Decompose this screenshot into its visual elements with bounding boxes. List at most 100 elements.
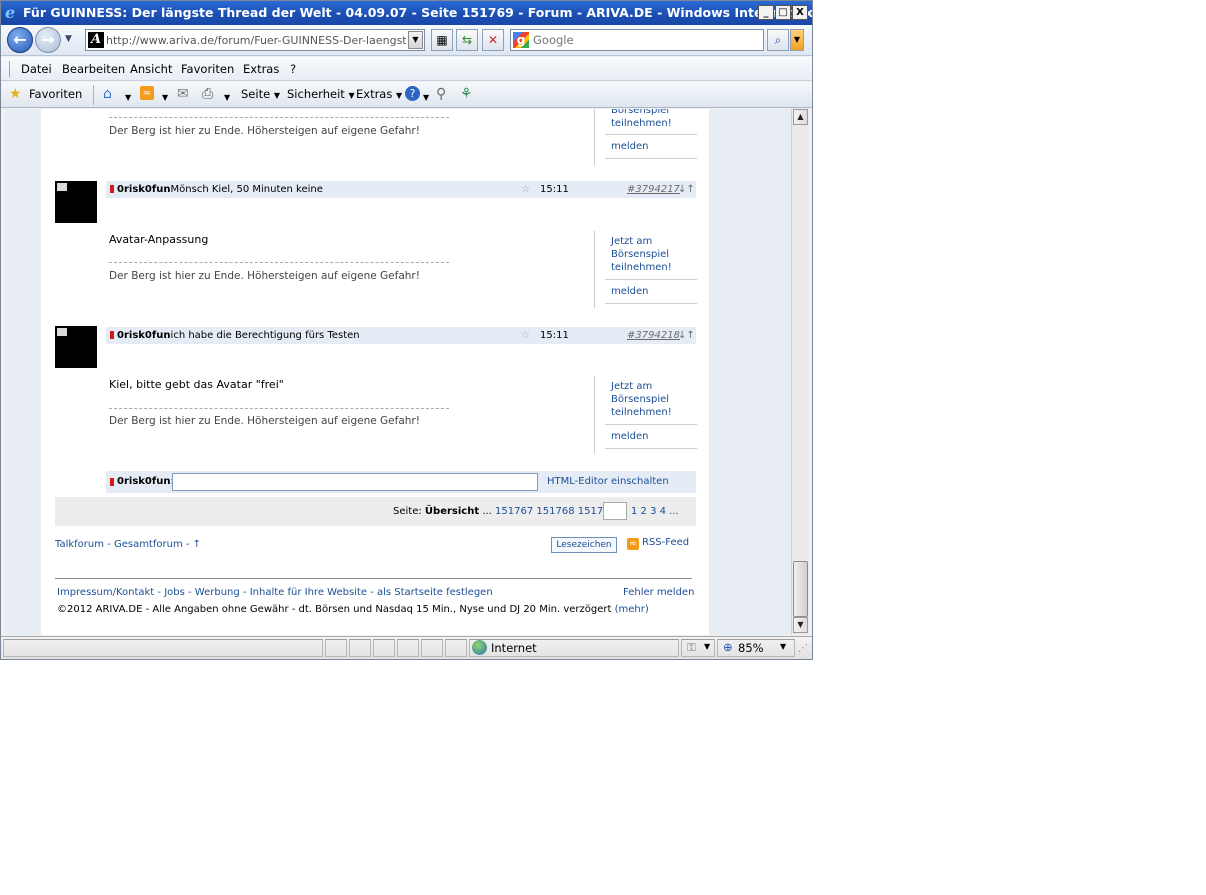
talkforum-link[interactable]: Talkforum xyxy=(55,539,104,550)
forward-button[interactable]: → xyxy=(35,27,61,53)
post-signature: Der Berg ist hier zu Ende. Höhersteigen … xyxy=(109,415,420,427)
mail-icon[interactable]: ✉ xyxy=(177,86,189,102)
maximize-button[interactable]: □ xyxy=(775,5,791,20)
game-link-line3[interactable]: teilnehmen! xyxy=(611,406,672,419)
advertising-link[interactable]: Werbung xyxy=(195,587,240,598)
game-link-line2[interactable]: Börsenspiel xyxy=(611,109,669,117)
bookmark-button[interactable]: Lesezeichen xyxy=(551,537,617,553)
report-link[interactable]: melden xyxy=(611,285,649,298)
status-cell xyxy=(445,639,467,657)
menu-edit[interactable]: Bearbeiten xyxy=(62,62,125,76)
back-button[interactable]: ← xyxy=(7,27,33,53)
feeds-icon[interactable]: ≈ xyxy=(140,86,154,100)
chevron-down-icon[interactable]: ▼ xyxy=(704,642,710,651)
content-link[interactable]: Inhalte für Ihre Website xyxy=(250,587,367,598)
game-link-line2[interactable]: Börsenspiel xyxy=(611,393,669,406)
signature-divider xyxy=(109,262,449,263)
home-icon[interactable]: ⌂ xyxy=(103,86,112,102)
help-icon[interactable]: ? xyxy=(405,86,420,101)
rss-icon[interactable]: ≈ xyxy=(627,538,639,550)
rss-feed-link[interactable]: RSS-Feed xyxy=(642,537,689,548)
navigation-bar: ← → ▼ A ▼ ▦ ⇆ ✕ g ⌕ ▼ xyxy=(1,25,812,56)
print-dropdown-icon[interactable]: ▼ xyxy=(224,90,230,106)
page-link[interactable]: 151767 xyxy=(495,506,533,517)
reply-input[interactable] xyxy=(172,473,538,491)
html-editor-link[interactable]: HTML-Editor einschalten xyxy=(547,476,669,487)
more-link[interactable]: (mehr) xyxy=(615,604,649,615)
post-navigation-arrows[interactable]: ↓↑ xyxy=(678,181,695,198)
scroll-up-link[interactable]: ↑ xyxy=(193,539,201,550)
title-bar: e Für GUINNESS: Der längste Thread der W… xyxy=(1,1,812,25)
report-link[interactable]: melden xyxy=(611,140,649,153)
search-input[interactable] xyxy=(533,32,753,48)
favorites-button[interactable]: Favoriten xyxy=(29,87,82,101)
overview-link[interactable]: Übersicht xyxy=(425,506,479,517)
report-error-link[interactable]: Fehler melden xyxy=(623,587,694,598)
game-link-line2[interactable]: Börsenspiel xyxy=(611,248,669,261)
refresh-button[interactable]: ⇆ xyxy=(456,29,478,51)
stop-button[interactable]: ✕ xyxy=(482,29,504,51)
page-menu-button[interactable]: Seite ▼ xyxy=(241,87,280,101)
post-sidebar: Jetzt am Börsenspiel teilnehmen! melden xyxy=(594,376,697,453)
sidebar-divider xyxy=(605,303,697,304)
scroll-down-icon[interactable]: ▼ xyxy=(793,617,808,633)
scrollbar-thumb[interactable] xyxy=(793,561,808,617)
tools-menu-button[interactable]: Extras ▼ xyxy=(356,87,402,101)
jobs-link[interactable]: Jobs xyxy=(164,587,185,598)
menu-view[interactable]: Ansicht xyxy=(130,62,172,76)
search-button[interactable]: ⌕ xyxy=(767,29,789,51)
menu-favorites[interactable]: Favoriten xyxy=(181,62,234,76)
home-dropdown-icon[interactable]: ▼ xyxy=(125,90,131,106)
post-author[interactable]: 0risk0fun xyxy=(117,327,170,344)
minimize-button[interactable]: _ xyxy=(758,5,774,20)
page-number-input[interactable] xyxy=(603,502,627,520)
safety-menu-button[interactable]: Sicherheit ▼ xyxy=(287,87,355,101)
game-link-line3[interactable]: teilnehmen! xyxy=(611,117,672,130)
search-bar[interactable]: g xyxy=(510,29,764,51)
zoom-level[interactable]: 85% xyxy=(738,641,764,655)
game-link-line1[interactable]: Jetzt am xyxy=(611,235,652,248)
star-icon[interactable]: ☆ xyxy=(521,327,530,344)
status-cell xyxy=(397,639,419,657)
game-link-line1[interactable]: Jetzt am xyxy=(611,380,652,393)
user-status-icon xyxy=(110,331,114,339)
chevron-down-icon[interactable]: ▼ xyxy=(780,642,786,651)
address-bar[interactable]: A ▼ xyxy=(85,29,425,51)
gesamtforum-link[interactable]: Gesamtforum xyxy=(114,539,183,550)
page-link[interactable]: 151768 xyxy=(536,506,574,517)
user-avatar[interactable] xyxy=(55,326,97,368)
imprint-link[interactable]: Impressum/Kontakt xyxy=(57,587,154,598)
report-link[interactable]: melden xyxy=(611,430,649,443)
star-icon[interactable]: ☆ xyxy=(521,181,530,198)
startpage-link[interactable]: als Startseite festlegen xyxy=(377,587,493,598)
avatar-placeholder-icon xyxy=(57,328,67,336)
post-number-link[interactable]: #3794218 xyxy=(627,327,680,344)
menu-tools[interactable]: Extras xyxy=(243,62,279,76)
compatibility-view-button[interactable]: ▦ xyxy=(431,29,453,51)
search-options-icon[interactable]: ▼ xyxy=(790,29,804,51)
page-links[interactable]: 1 2 3 4 ... xyxy=(631,506,679,517)
menu-help[interactable]: ? xyxy=(290,62,296,76)
address-input[interactable] xyxy=(106,32,406,48)
post-number-link[interactable]: #3794217 xyxy=(627,181,680,198)
address-dropdown-icon[interactable]: ▼ xyxy=(408,31,423,49)
game-link-line3[interactable]: teilnehmen! xyxy=(611,261,672,274)
user-avatar[interactable] xyxy=(55,181,97,223)
lock-icon[interactable]: ⚿ xyxy=(687,640,696,655)
vertical-scrollbar[interactable]: ▲ ▼ xyxy=(791,109,808,635)
post-body: Avatar-Anpassung xyxy=(109,233,209,246)
messenger-icon[interactable]: ⚘ xyxy=(460,86,473,102)
print-icon[interactable]: ⎙ xyxy=(202,86,213,102)
menu-file[interactable]: Datei xyxy=(21,62,52,76)
research-icon[interactable]: ⚲ xyxy=(436,86,446,102)
post-navigation-arrows[interactable]: ↓↑ xyxy=(678,327,695,344)
scroll-up-icon[interactable]: ▲ xyxy=(793,109,808,125)
history-dropdown-icon[interactable]: ▼ xyxy=(65,34,72,44)
post-time: 15:11 xyxy=(540,184,569,195)
close-button[interactable]: X xyxy=(792,5,808,20)
help-dropdown-icon[interactable]: ▼ xyxy=(423,90,429,106)
resize-grip-icon[interactable]: ⋰ xyxy=(798,643,808,654)
footer-divider xyxy=(55,578,692,579)
feeds-dropdown-icon[interactable]: ▼ xyxy=(162,90,168,106)
post-author[interactable]: 0risk0fun xyxy=(117,181,170,198)
